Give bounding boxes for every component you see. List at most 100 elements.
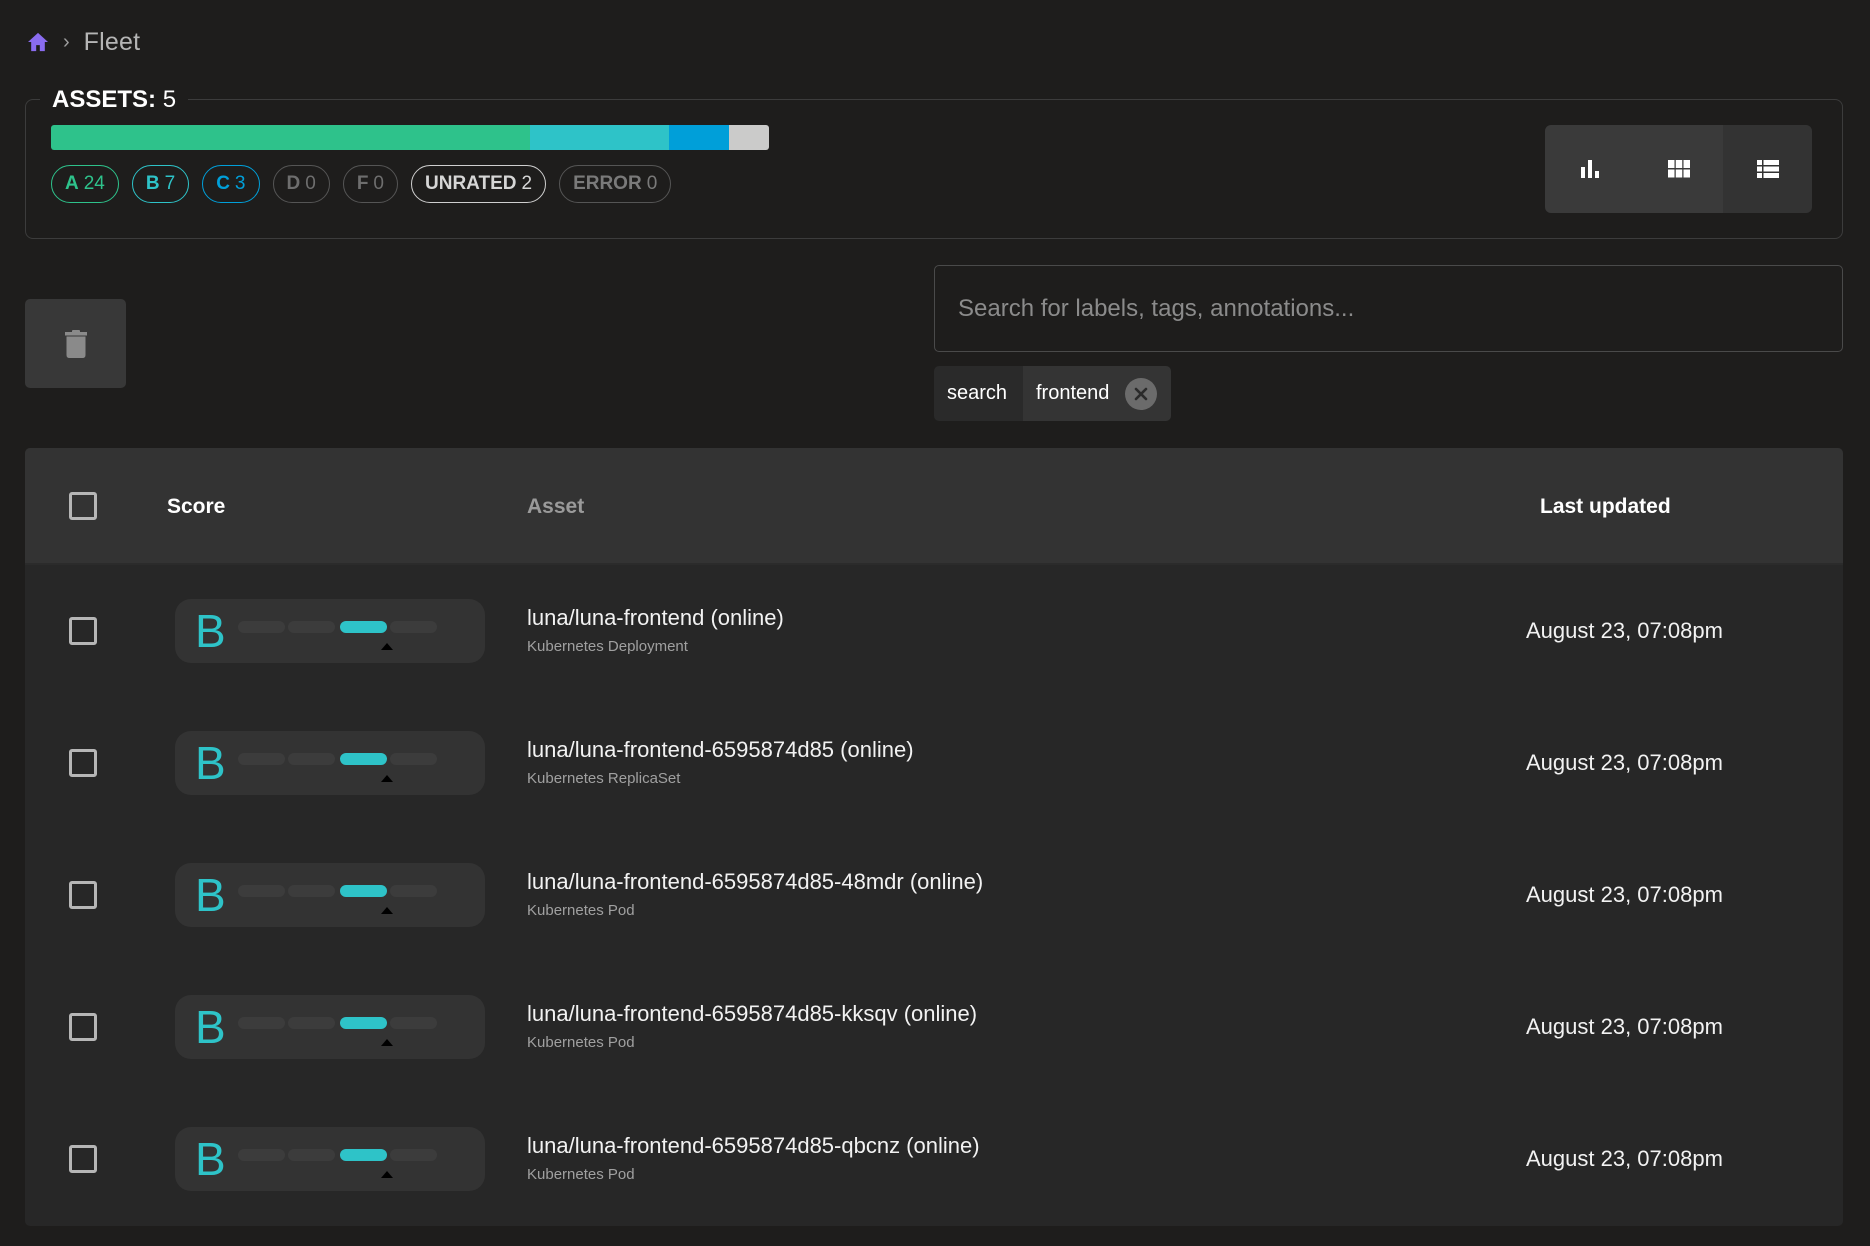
- breadcrumb-separator: ›: [63, 30, 70, 53]
- row-checkbox[interactable]: [69, 1145, 97, 1173]
- table-row[interactable]: Bluna/luna-frontend-6595874d85-kksqv (on…: [25, 961, 1843, 1093]
- chip-count: 24: [83, 173, 105, 194]
- chart-view-button[interactable]: [1545, 125, 1634, 213]
- grade-chip-a[interactable]: A 24: [51, 165, 119, 203]
- score-segment: [340, 753, 387, 765]
- chip-label: UNRATED: [425, 173, 517, 194]
- column-header-asset[interactable]: Asset: [527, 448, 584, 565]
- score-grade: B: [195, 1133, 226, 1185]
- asset-type: Kubernetes Deployment: [527, 638, 688, 655]
- chip-count: 0: [373, 173, 384, 194]
- grade-distribution-bar: [51, 125, 769, 150]
- score-segment: [288, 885, 335, 897]
- assets-count: 5: [162, 86, 177, 113]
- table-row[interactable]: Bluna/luna-frontend-6595874d85-qbcnz (on…: [25, 1093, 1843, 1225]
- search-input[interactable]: [935, 266, 1842, 351]
- row-checkbox[interactable]: [69, 617, 97, 645]
- asset-name[interactable]: luna/luna-frontend-6595874d85-qbcnz (onl…: [527, 1133, 980, 1159]
- assets-label: ASSETS:: [52, 86, 157, 113]
- chip-count: 0: [305, 173, 316, 194]
- grid-view-button[interactable]: [1634, 125, 1723, 213]
- grade-chip-error[interactable]: ERROR 0: [559, 165, 672, 203]
- asset-name[interactable]: luna/luna-frontend-6595874d85 (online): [527, 737, 914, 763]
- view-toggle-group: [1545, 125, 1812, 213]
- table-row[interactable]: Bluna/luna-frontend-6595874d85 (online) K…: [25, 697, 1843, 829]
- filter-key: search: [934, 366, 1023, 421]
- score-marker-icon: [381, 643, 393, 650]
- score-marker-icon: [381, 775, 393, 782]
- score-indicator: B: [175, 599, 485, 663]
- table-row[interactable]: Bluna/luna-frontend-6595874d85-48mdr (on…: [25, 829, 1843, 961]
- chip-count: 2: [521, 173, 533, 194]
- row-checkbox[interactable]: [69, 1013, 97, 1041]
- grade-chip-c[interactable]: C3: [202, 165, 260, 203]
- home-icon[interactable]: [27, 32, 49, 52]
- score-segment: [288, 1017, 335, 1029]
- breadcrumb-current: Fleet: [83, 27, 141, 56]
- chip-label: B: [145, 173, 160, 194]
- grade-bar-segment-c: [669, 125, 730, 150]
- score-grade: B: [195, 1001, 226, 1053]
- grade-filter-chips: A 24 B 7 C 3 D 0 F 0 UNRATED 2 ERROR 0: [51, 165, 672, 203]
- remove-filter-button[interactable]: [1125, 377, 1158, 410]
- score-segment: [390, 1017, 437, 1029]
- trash-icon: [64, 329, 87, 358]
- row-checkbox[interactable]: [69, 749, 97, 777]
- grade-chip-unrated[interactable]: UNRATED 2: [411, 165, 547, 203]
- score-marker-icon: [381, 1171, 393, 1178]
- table-row[interactable]: Bluna/luna-frontend (online) Kubernetes D…: [25, 565, 1843, 697]
- chip-label: A: [65, 173, 79, 194]
- score-segment: [238, 621, 285, 633]
- chip-count: 0: [646, 173, 658, 194]
- delete-button[interactable]: [25, 299, 126, 388]
- filter-value-wrap: frontend: [1023, 366, 1172, 421]
- score-segment: [238, 1017, 285, 1029]
- score-segment: [288, 1149, 335, 1161]
- score-grade: B: [195, 737, 226, 789]
- search-field[interactable]: [934, 265, 1843, 352]
- chip-count: 3: [234, 173, 246, 194]
- list-icon: [1756, 160, 1779, 178]
- assets-table: Score Asset Last updated Bluna/luna-fron…: [25, 448, 1843, 1226]
- breadcrumb: › Fleet: [27, 24, 140, 60]
- score-segment: [238, 885, 285, 897]
- score-indicator: B: [175, 731, 485, 795]
- score-marker-icon: [381, 907, 393, 914]
- last-updated: August 23, 07:08pm: [1526, 1014, 1723, 1039]
- score-grade: B: [195, 869, 226, 921]
- column-header-last-updated[interactable]: Last updated: [1540, 448, 1671, 565]
- grid-icon: [1667, 160, 1690, 178]
- score-indicator: B: [175, 995, 485, 1059]
- row-checkbox[interactable]: [69, 881, 97, 909]
- chip-label: C: [216, 173, 230, 194]
- score-segment: [390, 1149, 437, 1161]
- score-segment: [390, 621, 437, 633]
- score-segment: [390, 753, 437, 765]
- score-segment: [238, 1149, 285, 1161]
- asset-type: Kubernetes ReplicaSet: [527, 770, 681, 787]
- close-icon: [1135, 387, 1148, 400]
- column-header-score[interactable]: Score: [167, 448, 225, 565]
- score-indicator: B: [175, 863, 485, 927]
- asset-name[interactable]: luna/luna-frontend (online): [527, 605, 784, 631]
- asset-name[interactable]: luna/luna-frontend-6595874d85-48mdr (onl…: [527, 869, 983, 895]
- grade-chip-d[interactable]: D0: [272, 165, 330, 203]
- chip-label: D: [286, 173, 301, 194]
- chip-label: ERROR: [573, 173, 642, 194]
- bar-chart-icon: [1580, 160, 1599, 178]
- grade-chip-f[interactable]: F0: [342, 165, 398, 203]
- score-grade: B: [195, 605, 226, 657]
- score-marker-icon: [381, 1039, 393, 1046]
- chip-count: 7: [164, 173, 176, 194]
- score-segment: [340, 1017, 387, 1029]
- score-segment: [340, 1149, 387, 1161]
- asset-type: Kubernetes Pod: [527, 902, 635, 919]
- score-segment: [288, 621, 335, 633]
- score-segment: [340, 885, 387, 897]
- list-view-button[interactable]: [1723, 125, 1812, 213]
- select-all-checkbox[interactable]: [69, 492, 97, 520]
- grade-chip-b[interactable]: B7: [131, 165, 190, 203]
- last-updated: August 23, 07:08pm: [1526, 882, 1723, 907]
- asset-name[interactable]: luna/luna-frontend-6595874d85-kksqv (onl…: [527, 1001, 977, 1027]
- assets-count-legend: ASSETS: 5: [40, 86, 189, 113]
